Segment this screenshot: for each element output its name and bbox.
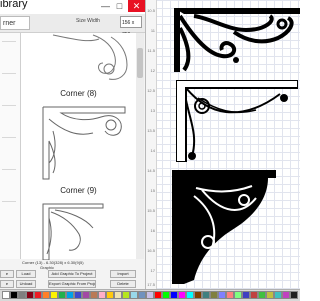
export-graphic-button[interactable]: Export Graphic From Project xyxy=(48,280,96,288)
thumbnail-caption: Corner (9) xyxy=(60,186,97,195)
add-graphic-button[interactable]: Add Graphic To Project xyxy=(48,270,96,278)
vertical-ruler: 10.5 11 11.5 12 12.5 13 13.5 14 14.5 15 … xyxy=(146,0,157,289)
library-toolbar: rner Size Width 156 x 750 xyxy=(0,14,145,38)
category-item[interactable] xyxy=(2,41,16,42)
color-swatch[interactable] xyxy=(18,291,26,299)
ruler-tick: 15 xyxy=(150,188,155,193)
color-swatch[interactable] xyxy=(210,291,218,299)
bracket-graphic-black-top[interactable] xyxy=(174,8,300,72)
color-swatch[interactable] xyxy=(290,291,298,299)
left-button-bottom[interactable]: e xyxy=(0,280,14,288)
color-swatch[interactable] xyxy=(98,291,106,299)
color-swatch[interactable] xyxy=(250,291,258,299)
color-swatch[interactable] xyxy=(58,291,66,299)
color-swatch[interactable] xyxy=(234,291,242,299)
color-swatch[interactable] xyxy=(90,291,98,299)
color-swatch[interactable] xyxy=(258,291,266,299)
color-swatch[interactable] xyxy=(10,291,18,299)
ruler-tick: 11.5 xyxy=(147,48,156,53)
category-item[interactable] xyxy=(2,73,16,74)
color-swatch[interactable] xyxy=(26,291,34,299)
color-swatch[interactable] xyxy=(202,291,210,299)
color-swatch[interactable] xyxy=(106,291,114,299)
corner-thumbnail[interactable] xyxy=(33,101,133,181)
ruler-tick: 15.5 xyxy=(147,208,155,213)
color-swatch[interactable] xyxy=(122,291,130,299)
ruler-tick: 17 xyxy=(150,268,155,273)
window-title: ibrary xyxy=(0,0,28,10)
color-swatch[interactable] xyxy=(66,291,74,299)
ruler-tick: 13 xyxy=(150,108,155,113)
color-swatch[interactable] xyxy=(130,291,138,299)
color-swatch[interactable] xyxy=(154,291,162,299)
size-input[interactable]: 156 x 750 xyxy=(120,16,142,38)
corner-thumbnail[interactable] xyxy=(33,198,133,260)
maximize-button[interactable]: □ xyxy=(112,0,127,12)
bracket-graphic-outline[interactable] xyxy=(176,80,298,162)
category-item[interactable] xyxy=(2,169,16,170)
ruler-tick: 14 xyxy=(150,148,155,153)
color-swatch[interactable] xyxy=(82,291,90,299)
close-button[interactable]: ✕ xyxy=(128,0,145,12)
category-tab[interactable]: rner xyxy=(0,16,30,30)
load-button[interactable]: Load xyxy=(16,270,36,278)
color-swatch[interactable] xyxy=(162,291,170,299)
bracket-graphic-black-bottom[interactable] xyxy=(172,170,276,284)
color-swatch[interactable] xyxy=(186,291,194,299)
color-swatch[interactable] xyxy=(226,291,234,299)
category-item[interactable] xyxy=(2,201,16,202)
import-button[interactable]: Import xyxy=(110,270,136,278)
color-swatch[interactable] xyxy=(178,291,186,299)
color-swatch[interactable] xyxy=(218,291,226,299)
ruler-tick: 16.5 xyxy=(147,248,155,253)
color-swatch[interactable] xyxy=(146,291,154,299)
color-swatch[interactable] xyxy=(34,291,42,299)
color-swatch[interactable] xyxy=(266,291,274,299)
corner-thumbnail[interactable] xyxy=(33,33,133,83)
category-list[interactable] xyxy=(0,33,21,259)
ruler-tick: 10.5 xyxy=(147,8,155,13)
color-swatch[interactable] xyxy=(114,291,122,299)
size-width-label: Size Width xyxy=(76,18,100,24)
ruler-tick: 12.5 xyxy=(147,88,155,93)
color-swatch[interactable] xyxy=(274,291,282,299)
ruler-tick: 13.5 xyxy=(147,128,155,133)
color-swatch[interactable] xyxy=(242,291,250,299)
ruler-tick: 11 xyxy=(150,28,155,33)
thumbnail-caption: Corner (8) xyxy=(60,89,97,98)
color-swatch[interactable] xyxy=(74,291,82,299)
design-canvas[interactable] xyxy=(146,0,300,289)
unload-button[interactable]: Unload xyxy=(16,280,36,288)
minimize-button[interactable]: — xyxy=(98,0,113,12)
color-swatch[interactable] xyxy=(2,291,10,299)
title-bar: ibrary — □ ✕ xyxy=(0,0,145,14)
ruler-tick: 16 xyxy=(150,228,155,233)
library-window: ibrary — □ ✕ rner Size Width 156 x 750 C… xyxy=(0,0,146,289)
category-item[interactable] xyxy=(2,137,16,138)
scrollbar-thumb[interactable] xyxy=(137,48,143,78)
color-swatch[interactable] xyxy=(170,291,178,299)
graphics-gallery: Corner (8) Corner (9) xyxy=(21,33,136,260)
ruler-tick: 14.5 xyxy=(147,168,155,173)
ruler-tick: 17.5 xyxy=(147,282,155,287)
left-button-top[interactable]: e xyxy=(0,270,14,278)
delete-button[interactable]: Delete xyxy=(110,280,136,288)
color-swatch[interactable] xyxy=(42,291,50,299)
color-swatch[interactable] xyxy=(138,291,146,299)
ruler-tick: 12 xyxy=(150,68,155,73)
color-swatch[interactable] xyxy=(50,291,58,299)
color-swatch[interactable] xyxy=(194,291,202,299)
category-item[interactable] xyxy=(2,105,16,106)
color-swatch[interactable] xyxy=(282,291,290,299)
